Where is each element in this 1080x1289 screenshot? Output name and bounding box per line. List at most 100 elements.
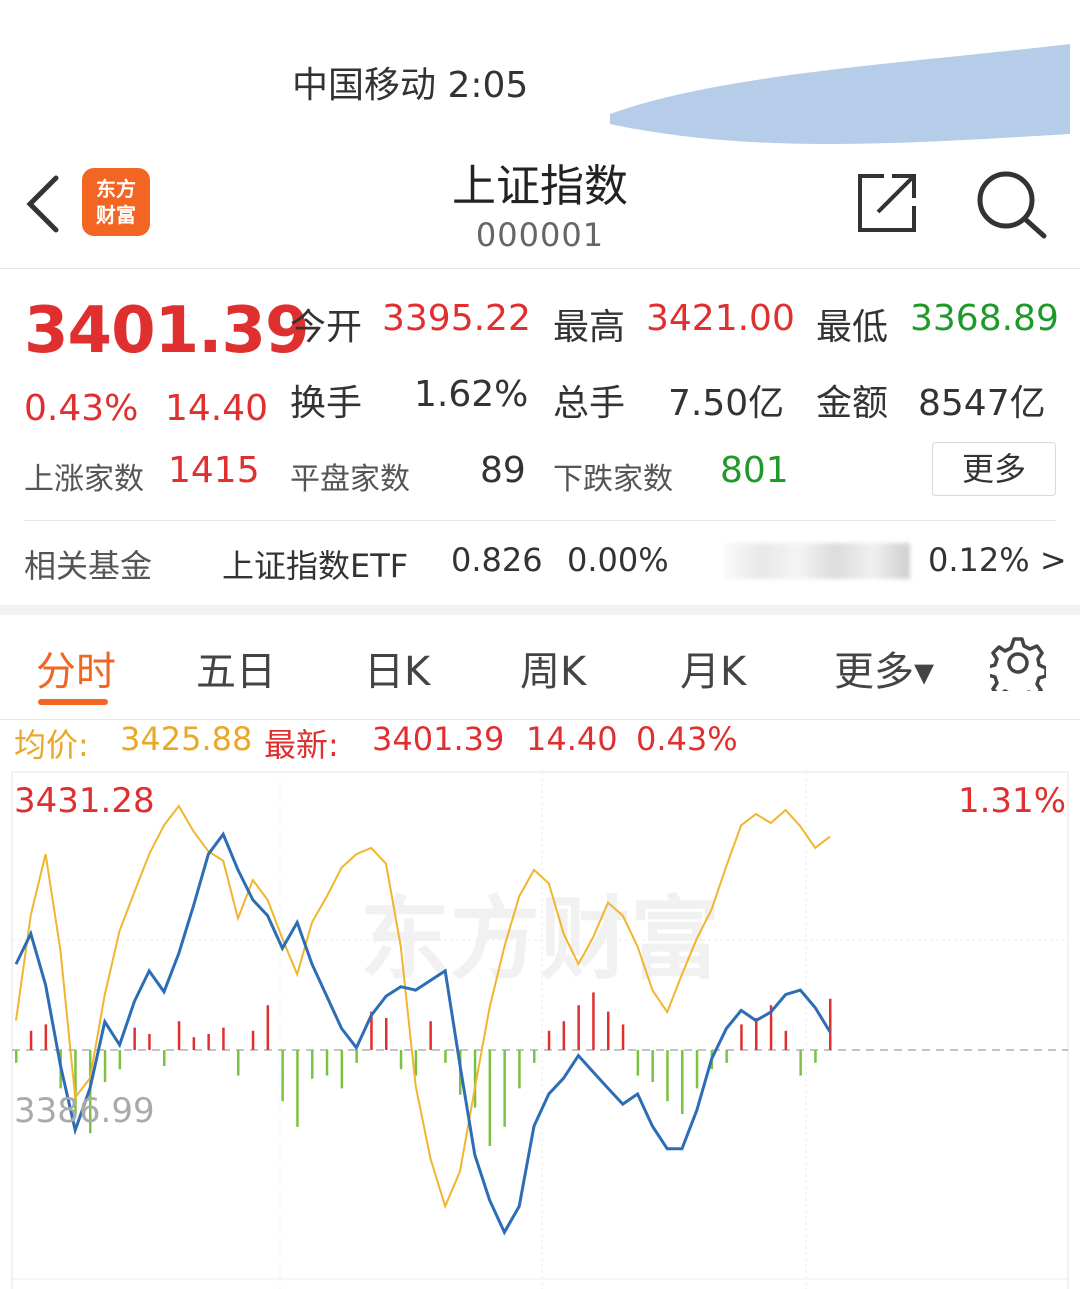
volume-bar <box>133 1027 136 1050</box>
volume-bar <box>784 1030 788 1050</box>
y-prev-close-label: 3386.99 <box>14 1091 155 1131</box>
volume-bar <box>577 1005 580 1050</box>
intraday-chart[interactable]: 东方财富 3431.28 3386.99 1.31% <box>0 770 1080 1289</box>
tab-more[interactable]: 更多▾ <box>834 639 934 697</box>
low-label: 最低 <box>816 307 889 348</box>
latest-label: 最新: <box>264 726 339 764</box>
volume-bar <box>651 1050 654 1082</box>
volume-bar <box>15 1050 18 1063</box>
y-top-label: 3431.28 <box>14 781 155 821</box>
last-price: 3401.39 <box>24 294 309 368</box>
chart-tab-bar: 分时 五日 日K 周K 月K 更多▾ <box>0 605 1080 720</box>
latest-percent: 0.43% <box>636 720 738 758</box>
avg-price-label: 均价: <box>14 726 89 764</box>
tab-five-day[interactable]: 五日 <box>196 639 276 697</box>
turnover-rate-value: 1.62% <box>414 374 529 415</box>
volume-bar <box>29 1030 33 1050</box>
volume-bar <box>533 1050 536 1063</box>
avg-price-line <box>15 804 831 1210</box>
volume-bar <box>207 1034 210 1050</box>
volume-bar <box>429 1021 432 1050</box>
volume-bar <box>163 1050 166 1066</box>
advancers-label: 上涨家数 <box>24 462 144 497</box>
decliners-label: 下跌家数 <box>553 462 673 497</box>
volume-bar <box>399 1050 403 1070</box>
related-fund-row[interactable]: 相关基金 上证指数ETF 0.826 0.00% 0.12% > <box>24 520 1067 601</box>
status-carrier-time: 中国移动 2:05 <box>292 65 529 106</box>
volume-bar <box>725 1050 728 1063</box>
change-percent: 0.43% <box>24 388 139 429</box>
volume-bar <box>103 1050 107 1082</box>
tab-daily-k[interactable]: 日K <box>364 639 430 697</box>
low-value: 3368.89 <box>910 298 1059 339</box>
chart-settings-button[interactable] <box>986 635 1048 703</box>
volume-bar <box>636 1050 640 1076</box>
volume-bar <box>755 1018 758 1050</box>
more-quote-button[interactable]: 更多 <box>932 442 1056 496</box>
volume-bar <box>592 992 595 1050</box>
amount-value: 8547亿 <box>918 383 1046 424</box>
volume-bar <box>562 1021 566 1050</box>
high-value: 3421.00 <box>646 298 795 339</box>
volume-bar <box>192 1037 196 1050</box>
turnover-rate-label: 换手 <box>290 383 363 424</box>
unchanged-value: 89 <box>480 450 526 491</box>
blurred-fund-name <box>724 543 910 579</box>
volume-bar <box>488 1050 492 1146</box>
gear-icon <box>986 637 1048 703</box>
latest-value: 3401.39 <box>372 720 505 758</box>
volume-bar <box>814 1050 817 1063</box>
chart-grid <box>11 771 1069 1289</box>
y-right-top-pct: 1.31% <box>958 781 1066 821</box>
latest-change: 14.40 <box>526 720 618 758</box>
volume-bar <box>681 1050 684 1114</box>
app-logo: 东方 财富 <box>82 168 150 236</box>
volume-bar <box>148 1034 151 1050</box>
volume-bar <box>829 998 832 1050</box>
volume-bar <box>340 1050 344 1089</box>
volume-bar <box>503 1050 506 1127</box>
volume-bar <box>296 1050 299 1127</box>
amount-label: 金额 <box>816 383 889 424</box>
related-fund-name: 上证指数ETF <box>222 547 409 585</box>
open-label: 今开 <box>290 307 363 348</box>
volume-bar <box>118 1050 122 1070</box>
volume-value: 7.50亿 <box>668 383 785 424</box>
volume-bar <box>266 1005 270 1050</box>
volume-bar <box>311 1050 314 1079</box>
volume-label: 总手 <box>553 383 626 424</box>
volume-bar <box>385 1018 388 1050</box>
back-button[interactable] <box>20 170 70 236</box>
tab-intraday[interactable]: 分时 <box>36 639 116 697</box>
back-arrow-icon <box>26 175 59 233</box>
page-title: 上证指数 <box>452 161 628 212</box>
volume-bar <box>518 1050 521 1089</box>
volume-bar <box>695 1050 699 1089</box>
tab-weekly-k[interactable]: 周K <box>520 639 586 697</box>
share-button[interactable] <box>852 168 922 238</box>
related-fund-change: 0.00% <box>567 541 669 579</box>
stock-code: 000001 <box>475 216 605 254</box>
tab-monthly-k[interactable]: 月K <box>680 639 746 697</box>
volume-bar <box>177 1021 181 1050</box>
header-divider <box>0 268 1080 269</box>
decliners-value: 801 <box>720 450 789 491</box>
search-button[interactable] <box>972 166 1052 242</box>
high-label: 最高 <box>553 307 626 348</box>
volume-bar <box>547 1030 551 1050</box>
chart-watermark: 东方财富 <box>360 887 720 992</box>
redacted-scribble <box>610 44 1070 144</box>
volume-bar <box>740 1024 743 1050</box>
share-icon <box>858 174 916 232</box>
logo-text-line1: 东方 <box>96 177 136 201</box>
volume-bar <box>44 1024 48 1050</box>
volume-bar <box>799 1050 802 1076</box>
volume-bar <box>444 1050 447 1063</box>
volume-bar <box>355 1050 358 1063</box>
volume-bar <box>607 1011 610 1050</box>
volume-bar <box>251 1030 255 1050</box>
search-icon <box>977 171 1047 239</box>
volume-bar <box>281 1050 284 1102</box>
unchanged-label: 平盘家数 <box>290 462 410 497</box>
volume-bar <box>237 1050 240 1076</box>
